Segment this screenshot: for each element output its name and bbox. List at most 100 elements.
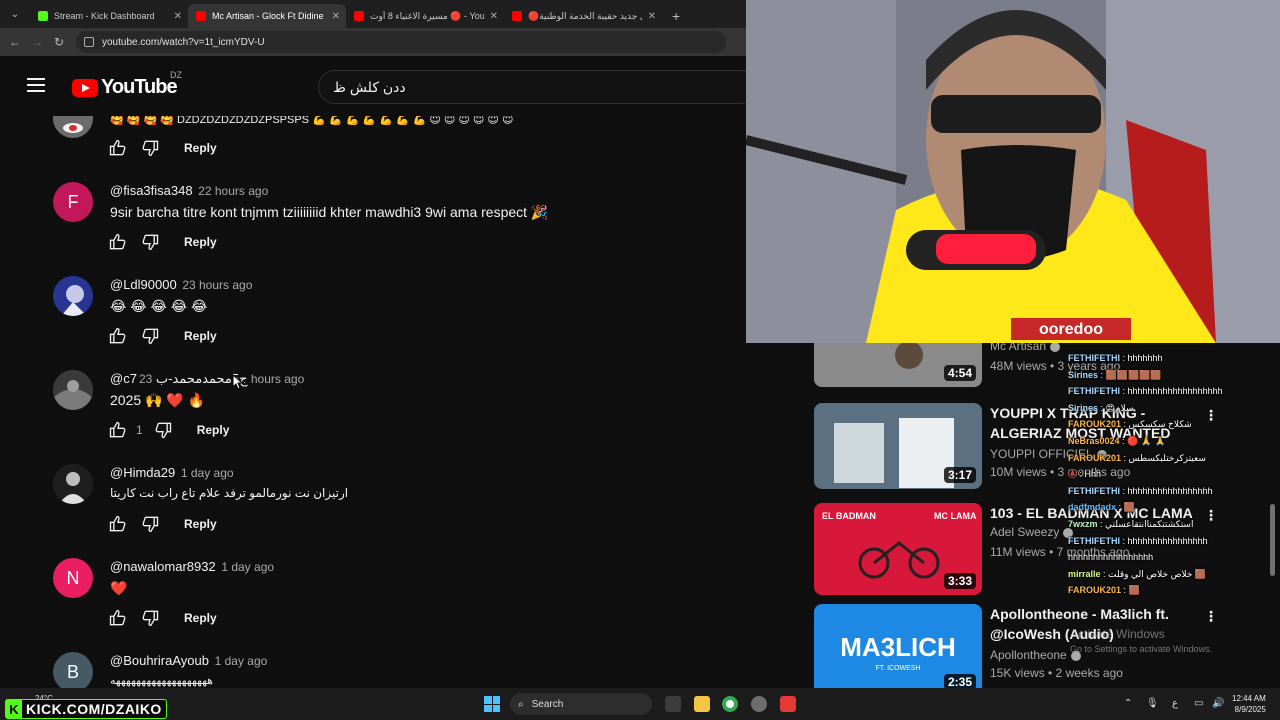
forward-arrow-icon[interactable]: → <box>26 35 48 49</box>
country-code: DZ <box>170 70 182 80</box>
more-options-icon[interactable]: ⋮ <box>1204 608 1218 625</box>
video-thumbnail[interactable]: 4:54 <box>814 343 982 387</box>
reply-button[interactable]: Reply <box>184 517 217 531</box>
screen: ⌄ Stream - Kick Dashboard ✕ Mc Artisan -… <box>0 0 1280 720</box>
tab-youtube-2[interactable]: مسيرة الاغنياء 8 أوت 🔴 - YouTube ✕ <box>346 4 504 28</box>
mouse-cursor-icon <box>232 374 244 390</box>
youtube-favicon-icon <box>196 11 206 21</box>
site-info-icon[interactable] <box>84 37 94 47</box>
comment-header: @nawalomar8932 1 day ago <box>110 559 274 574</box>
volume-icon[interactable]: 🔊 <box>1212 698 1224 709</box>
comment-author[interactable]: @Himda29 <box>110 465 175 480</box>
dislike-icon[interactable] <box>140 514 160 534</box>
avatar[interactable]: B <box>53 652 93 688</box>
network-icon[interactable]: ▭ <box>1194 698 1203 709</box>
avatar[interactable] <box>53 370 93 410</box>
file-explorer-icon[interactable] <box>694 696 710 712</box>
reply-button[interactable]: Reply <box>184 611 217 625</box>
clock-date: 8/9/2025 <box>1234 705 1266 714</box>
chevron-up-icon[interactable]: ⌃ <box>1124 698 1132 709</box>
like-icon[interactable] <box>108 326 128 346</box>
streamer-camera-image: ooredoo <box>746 0 1280 343</box>
back-arrow-icon[interactable]: ← <box>4 35 26 49</box>
reply-button[interactable]: Reply <box>197 423 230 437</box>
close-icon[interactable]: ✕ <box>174 11 182 22</box>
comment-author[interactable]: @BouhriraAyoub <box>110 653 209 668</box>
taskbar-clock[interactable]: 12:44 AM 8/9/2025 <box>1232 693 1266 715</box>
chat-text: hhhhhhh <box>1127 353 1163 363</box>
comment-text: 😂 😂 😂 😂 😂 <box>110 298 208 314</box>
dislike-icon[interactable] <box>140 138 160 158</box>
channel-name[interactable]: Mc Artisan <box>990 343 1061 353</box>
comment-time[interactable]: 23 hours ago <box>182 278 252 292</box>
new-tab-button[interactable]: + <box>672 8 680 24</box>
chat-username: 7wxzm <box>1068 518 1098 529</box>
chat-text: خلاص خلاص الي وقلت 🟫 <box>1108 568 1207 579</box>
scrollbar[interactable] <box>1270 504 1275 576</box>
dislike-icon[interactable] <box>140 326 160 346</box>
taskbar-search[interactable]: ⌕ Search <box>510 693 652 715</box>
chat-message: FETHIFETHI : hhhhhhh <box>1068 350 1248 367</box>
task-view-icon[interactable] <box>665 696 681 712</box>
close-icon[interactable]: ✕ <box>332 11 340 22</box>
comment-text: 2025 🙌 ❤️ 🔥 <box>110 392 206 408</box>
like-icon[interactable] <box>108 420 128 440</box>
comment-actions: Reply <box>108 232 217 252</box>
close-icon[interactable]: ✕ <box>490 11 498 22</box>
youtube-play-icon <box>72 78 98 97</box>
tab-kick-dashboard[interactable]: Stream - Kick Dashboard ✕ <box>30 4 188 28</box>
avatar[interactable] <box>53 464 93 504</box>
tab-search-button[interactable]: ⌄ <box>4 4 26 24</box>
tab-youtube-3[interactable]: 🔴كل جديد حقيبة الخدمة الوطنية ✕ <box>504 4 662 28</box>
tab-title: مسيرة الاغنياء 8 أوت 🔴 - YouTube <box>370 10 484 21</box>
avatar[interactable]: F <box>53 182 93 222</box>
comment-time[interactable]: 1 day ago <box>181 466 234 480</box>
thumb-text-right: MC LAMA <box>934 511 977 521</box>
youtube-app-icon[interactable] <box>780 696 796 712</box>
avatar[interactable] <box>53 116 93 138</box>
chat-message: Ⓐ : Hhh <box>1068 466 1248 483</box>
comment-author[interactable]: @Ldl90000 <box>110 277 177 292</box>
reload-icon[interactable]: ↻ <box>48 35 70 49</box>
comment-author[interactable]: @fisa3fisa348 <box>110 183 193 198</box>
tab-strip: ⌄ Stream - Kick Dashboard ✕ Mc Artisan -… <box>0 0 746 28</box>
avatar[interactable] <box>53 276 93 316</box>
video-thumbnail[interactable]: MA3LICH FT. ICOWESH 2:35 <box>814 604 982 688</box>
avatar[interactable]: N <box>53 558 93 598</box>
microphone-icon[interactable]: 🎙 <box>1146 698 1159 709</box>
channel-name[interactable]: Apollontheone <box>990 648 1081 662</box>
channel-name[interactable]: Adel Sweezy <box>990 525 1074 539</box>
chat-message: dadfmdadx : 🟫 <box>1068 499 1248 516</box>
dislike-icon[interactable] <box>153 420 173 440</box>
search-input[interactable]: ددن كلش ظ <box>318 70 758 104</box>
dislike-icon[interactable] <box>140 232 160 252</box>
chrome-icon[interactable] <box>722 696 738 712</box>
like-icon[interactable] <box>108 138 128 158</box>
avatar-letter: N <box>66 567 80 588</box>
reply-button[interactable]: Reply <box>184 329 217 343</box>
obs-icon[interactable] <box>751 696 767 712</box>
chat-separator: : <box>1098 402 1106 413</box>
address-bar[interactable]: youtube.com/watch?v=1t_icmYDV-U <box>76 31 726 53</box>
tab-youtube-active[interactable]: Mc Artisan - Glock Ft Didine Ca ✕ <box>188 4 346 28</box>
menu-icon[interactable] <box>27 78 45 92</box>
comment-author[interactable]: @ϲ7ج5محمدمحمد-ب <box>110 371 248 386</box>
close-icon[interactable]: ✕ <box>648 11 656 22</box>
sponsor-logo-text: ooredoo <box>1039 321 1103 338</box>
like-icon[interactable] <box>108 514 128 534</box>
reply-button[interactable]: Reply <box>184 141 217 155</box>
like-icon[interactable] <box>108 232 128 252</box>
comment-author[interactable]: @nawalomar8932 <box>110 559 216 574</box>
video-thumbnail[interactable]: EL BADMAN MC LAMA 3:33 <box>814 503 982 595</box>
language-indicator[interactable]: ع <box>1172 698 1178 709</box>
comment-time[interactable]: 22 hours ago <box>198 184 268 198</box>
like-icon[interactable] <box>108 608 128 628</box>
dislike-icon[interactable] <box>140 608 160 628</box>
youtube-logo[interactable]: YouTube DZ <box>72 70 182 99</box>
tab-title: 🔴كل جديد حقيبة الخدمة الوطنية <box>528 10 642 21</box>
video-thumbnail[interactable]: 3:17 <box>814 403 982 489</box>
comment-time[interactable]: 1 day ago <box>221 560 274 574</box>
reply-button[interactable]: Reply <box>184 235 217 249</box>
comment-time[interactable]: 1 day ago <box>215 654 268 668</box>
windows-start-icon[interactable] <box>484 696 500 712</box>
